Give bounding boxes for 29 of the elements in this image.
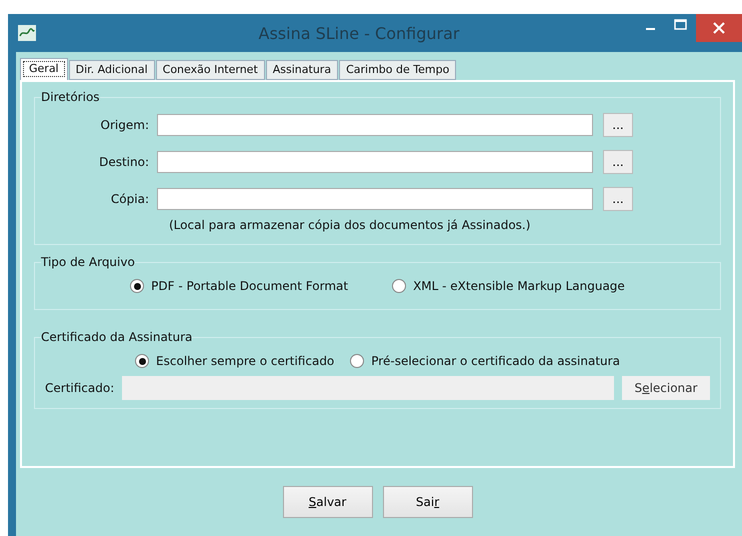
- radio-option[interactable]: Pré-selecionar o certificado da assinatura: [350, 354, 620, 368]
- input-field[interactable]: [157, 188, 593, 210]
- browse-button[interactable]: ...: [603, 113, 633, 137]
- tab[interactable]: Geral: [20, 58, 68, 80]
- select-button[interactable]: Selecionar: [622, 376, 710, 400]
- input-field[interactable]: [157, 151, 593, 173]
- tab[interactable]: Carimbo de Tempo: [339, 60, 456, 80]
- app-logo-icon: [18, 25, 36, 41]
- radio-option[interactable]: XML - eXtensible Markup Language: [392, 279, 625, 293]
- input-field[interactable]: [157, 114, 593, 136]
- group-title: Certificado da Assinatura: [41, 330, 192, 344]
- dialog-button[interactable]: Salvar: [282, 486, 372, 518]
- tab[interactable]: Assinatura: [266, 60, 338, 80]
- browse-button[interactable]: ...: [603, 187, 633, 211]
- radio-option[interactable]: PDF - Portable Document Format: [130, 279, 348, 293]
- dialog-button[interactable]: Sair: [382, 486, 472, 518]
- hint-text: (Local para armazenar cópia dos documentos já Assinados.): [169, 218, 532, 232]
- group-title: Diretórios: [41, 90, 100, 104]
- browse-button[interactable]: ...: [603, 150, 633, 174]
- window-title: Assina SLine - Configurar: [258, 24, 460, 42]
- tab[interactable]: Dir. Adicional: [68, 60, 155, 80]
- field-label: Destino:: [98, 155, 150, 169]
- field-label: Origem:: [100, 118, 150, 132]
- radio-option[interactable]: Escolher sempre o certificado: [135, 354, 334, 368]
- close-icon[interactable]: [696, 14, 742, 42]
- field-label: Certificado:: [45, 381, 114, 395]
- tab[interactable]: Conexão Internet: [156, 60, 265, 80]
- group-title: Tipo de Arquivo: [41, 255, 135, 269]
- field-label: Cópia:: [110, 192, 150, 206]
